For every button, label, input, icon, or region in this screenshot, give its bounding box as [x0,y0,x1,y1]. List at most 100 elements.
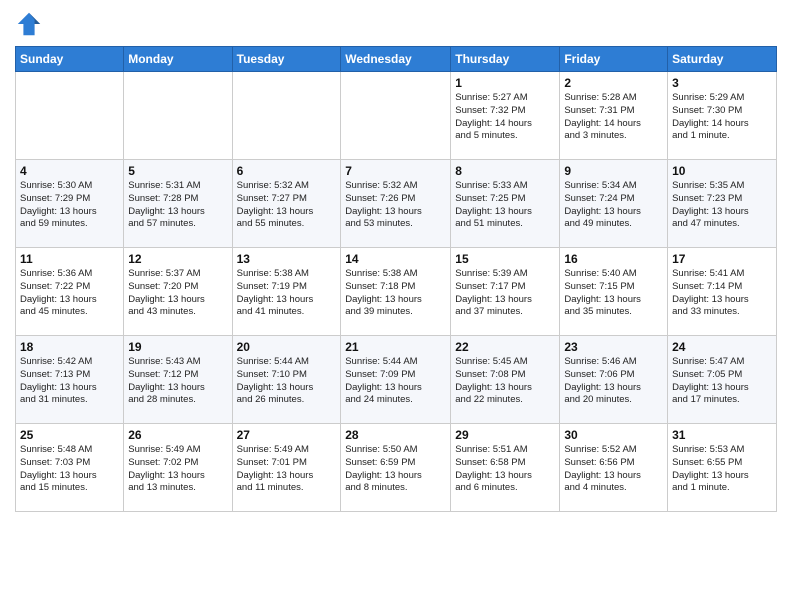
calendar-cell: 8Sunrise: 5:33 AMSunset: 7:25 PMDaylight… [451,160,560,248]
day-number: 10 [672,164,772,178]
calendar-cell: 24 Sunrise: 5:47 AMSunset: 7:05 PMDayligh… [668,336,777,424]
calendar-cell: 30 Sunrise: 5:52 AMSunset: 6:56 PMDayligh… [560,424,668,512]
calendar-week-3: 11 Sunrise: 5:36 AMSunset: 7:22 PMDayligh… [16,248,777,336]
calendar-cell [341,72,451,160]
calendar-cell: 27 Sunrise: 5:49 AMSunset: 7:01 PMDayligh… [232,424,341,512]
day-info: Sunrise: 5:49 AMSunset: 7:01 PMDaylight:… [237,444,337,495]
day-info: Sunrise: 5:32 AMSunset: 7:26 PMDaylight:… [345,180,446,231]
day-number: 8 [455,164,555,178]
calendar-table: SundayMondayTuesdayWednesdayThursdayFrid… [15,46,777,512]
day-info: Sunrise: 5:34 AMSunset: 7:24 PMDaylight:… [564,180,663,231]
calendar-cell: 23 Sunrise: 5:46 AMSunset: 7:06 PMDayligh… [560,336,668,424]
calendar-cell: 15Sunrise: 5:39 AMSunset: 7:17 PMDayligh… [451,248,560,336]
weekday-header-tuesday: Tuesday [232,47,341,72]
calendar-cell: 12 Sunrise: 5:37 AMSunset: 7:20 PMDayligh… [124,248,232,336]
day-number: 13 [237,252,337,266]
calendar-cell: 13 Sunrise: 5:38 AMSunset: 7:19 PMDayligh… [232,248,341,336]
calendar-cell: 10 Sunrise: 5:35 AMSunset: 7:23 PMDayligh… [668,160,777,248]
calendar-week-2: 4 Sunrise: 5:30 AMSunset: 7:29 PMDaylight… [16,160,777,248]
day-info: Sunrise: 5:48 AMSunset: 7:03 PMDaylight:… [20,444,119,495]
day-number: 19 [128,340,227,354]
calendar-cell: 6 Sunrise: 5:32 AMSunset: 7:27 PMDaylight… [232,160,341,248]
day-number: 30 [564,428,663,442]
day-number: 28 [345,428,446,442]
day-number: 22 [455,340,555,354]
logo-icon [15,10,43,38]
calendar-cell [232,72,341,160]
day-info: Sunrise: 5:37 AMSunset: 7:20 PMDaylight:… [128,268,227,319]
day-number: 3 [672,76,772,90]
logo [15,10,47,38]
day-info: Sunrise: 5:32 AMSunset: 7:27 PMDaylight:… [237,180,337,231]
calendar-cell: 19 Sunrise: 5:43 AMSunset: 7:12 PMDayligh… [124,336,232,424]
day-number: 15 [455,252,555,266]
calendar-cell [16,72,124,160]
weekday-header-wednesday: Wednesday [341,47,451,72]
calendar-cell: 25 Sunrise: 5:48 AMSunset: 7:03 PMDayligh… [16,424,124,512]
day-info: Sunrise: 5:27 AMSunset: 7:32 PMDaylight:… [455,92,555,143]
day-number: 2 [564,76,663,90]
day-number: 12 [128,252,227,266]
calendar-cell: 22 Sunrise: 5:45 AMSunset: 7:08 PMDayligh… [451,336,560,424]
page: SundayMondayTuesdayWednesdayThursdayFrid… [0,0,792,612]
weekday-header-saturday: Saturday [668,47,777,72]
day-number: 4 [20,164,119,178]
weekday-header-friday: Friday [560,47,668,72]
day-info: Sunrise: 5:29 AMSunset: 7:30 PMDaylight:… [672,92,772,143]
day-info: Sunrise: 5:38 AMSunset: 7:19 PMDaylight:… [237,268,337,319]
day-info: Sunrise: 5:52 AMSunset: 6:56 PMDaylight:… [564,444,663,495]
day-info: Sunrise: 5:42 AMSunset: 7:13 PMDaylight:… [20,356,119,407]
calendar-cell: 26 Sunrise: 5:49 AMSunset: 7:02 PMDayligh… [124,424,232,512]
day-number: 20 [237,340,337,354]
day-info: Sunrise: 5:49 AMSunset: 7:02 PMDaylight:… [128,444,227,495]
day-info: Sunrise: 5:45 AMSunset: 7:08 PMDaylight:… [455,356,555,407]
weekday-header-monday: Monday [124,47,232,72]
header [15,10,777,38]
day-number: 1 [455,76,555,90]
calendar-cell: 29Sunrise: 5:51 AMSunset: 6:58 PMDayligh… [451,424,560,512]
day-info: Sunrise: 5:47 AMSunset: 7:05 PMDaylight:… [672,356,772,407]
day-number: 25 [20,428,119,442]
calendar-cell: 7 Sunrise: 5:32 AMSunset: 7:26 PMDaylight… [341,160,451,248]
calendar-week-5: 25 Sunrise: 5:48 AMSunset: 7:03 PMDayligh… [16,424,777,512]
day-number: 18 [20,340,119,354]
day-info: Sunrise: 5:50 AMSunset: 6:59 PMDaylight:… [345,444,446,495]
day-info: Sunrise: 5:40 AMSunset: 7:15 PMDaylight:… [564,268,663,319]
day-info: Sunrise: 5:44 AMSunset: 7:09 PMDaylight:… [345,356,446,407]
calendar-cell: 9 Sunrise: 5:34 AMSunset: 7:24 PMDaylight… [560,160,668,248]
calendar-week-1: 1 Sunrise: 5:27 AMSunset: 7:32 PMDaylight… [16,72,777,160]
calendar-cell: 3 Sunrise: 5:29 AMSunset: 7:30 PMDaylight… [668,72,777,160]
day-info: Sunrise: 5:38 AMSunset: 7:18 PMDaylight:… [345,268,446,319]
day-info: Sunrise: 5:44 AMSunset: 7:10 PMDaylight:… [237,356,337,407]
calendar-cell: 2 Sunrise: 5:28 AMSunset: 7:31 PMDaylight… [560,72,668,160]
day-info: Sunrise: 5:35 AMSunset: 7:23 PMDaylight:… [672,180,772,231]
calendar-cell: 14 Sunrise: 5:38 AMSunset: 7:18 PMDayligh… [341,248,451,336]
day-number: 29 [455,428,555,442]
day-info: Sunrise: 5:53 AMSunset: 6:55 PMDaylight:… [672,444,772,495]
day-info: Sunrise: 5:41 AMSunset: 7:14 PMDaylight:… [672,268,772,319]
day-number: 21 [345,340,446,354]
day-number: 17 [672,252,772,266]
day-number: 6 [237,164,337,178]
day-number: 23 [564,340,663,354]
day-number: 24 [672,340,772,354]
day-number: 14 [345,252,446,266]
day-number: 27 [237,428,337,442]
day-number: 11 [20,252,119,266]
weekday-header-sunday: Sunday [16,47,124,72]
day-number: 26 [128,428,227,442]
day-info: Sunrise: 5:30 AMSunset: 7:29 PMDaylight:… [20,180,119,231]
day-number: 9 [564,164,663,178]
day-info: Sunrise: 5:28 AMSunset: 7:31 PMDaylight:… [564,92,663,143]
day-info: Sunrise: 5:36 AMSunset: 7:22 PMDaylight:… [20,268,119,319]
calendar-cell: 11 Sunrise: 5:36 AMSunset: 7:22 PMDayligh… [16,248,124,336]
calendar-cell: 21 Sunrise: 5:44 AMSunset: 7:09 PMDayligh… [341,336,451,424]
day-info: Sunrise: 5:43 AMSunset: 7:12 PMDaylight:… [128,356,227,407]
calendar-cell: 18 Sunrise: 5:42 AMSunset: 7:13 PMDayligh… [16,336,124,424]
day-info: Sunrise: 5:46 AMSunset: 7:06 PMDaylight:… [564,356,663,407]
calendar-header-row: SundayMondayTuesdayWednesdayThursdayFrid… [16,47,777,72]
calendar-cell: 5Sunrise: 5:31 AMSunset: 7:28 PMDaylight… [124,160,232,248]
day-number: 7 [345,164,446,178]
day-info: Sunrise: 5:31 AMSunset: 7:28 PMDaylight:… [128,180,227,231]
calendar-cell: 16Sunrise: 5:40 AMSunset: 7:15 PMDayligh… [560,248,668,336]
